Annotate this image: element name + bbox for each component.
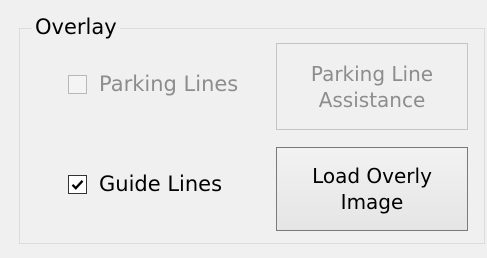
load-overlay-image-label: Load Overly Image [312,164,432,214]
guide-lines-checkbox-row[interactable]: Guide Lines [68,171,222,197]
guide-lines-checkbox[interactable] [68,174,87,194]
parking-lines-label: Parking Lines [99,72,239,96]
parking-lines-checkbox [68,74,87,94]
overlay-group-title: Overlay [32,14,120,40]
load-overlay-image-button[interactable]: Load Overly Image [276,147,468,231]
parking-line-assistance-label: Parking Line Assistance [310,61,434,112]
parking-lines-checkbox-row: Parking Lines [68,71,238,97]
guide-lines-label: Guide Lines [99,172,223,196]
checkmark-icon [71,179,84,190]
parking-line-assistance-button: Parking Line Assistance [276,43,468,130]
